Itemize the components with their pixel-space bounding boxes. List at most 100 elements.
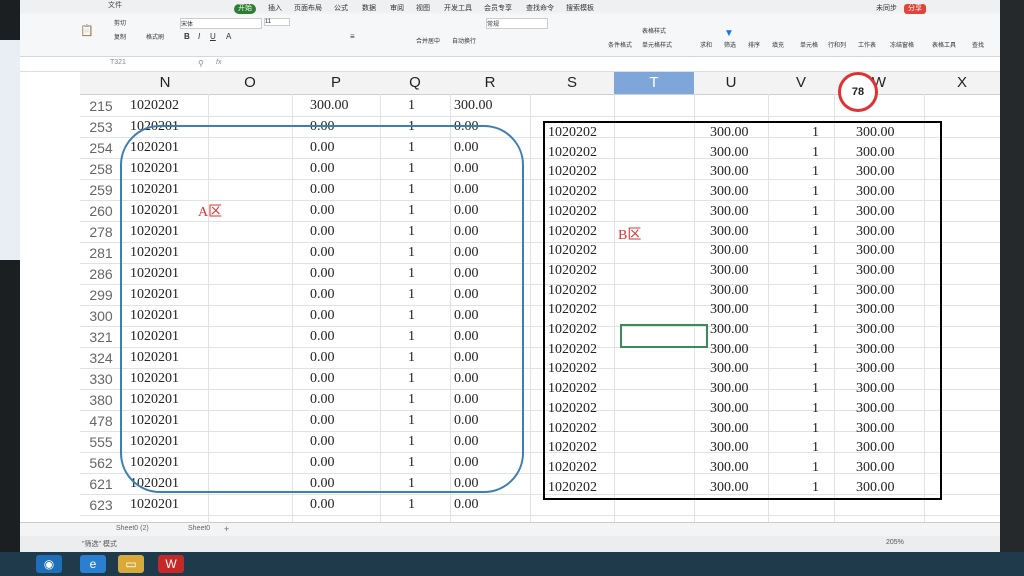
cell-n[interactable]: 1020201 [130, 497, 179, 513]
tab-view[interactable]: 视图 [412, 4, 434, 14]
number-format-select[interactable]: 常规 [486, 18, 548, 29]
row-gridline [80, 116, 1000, 117]
fill-button[interactable]: 填充 [772, 40, 784, 49]
sheet-tab-bar: Sheet0 (2) Sheet0 + [20, 522, 1000, 537]
cell-r[interactable]: 300.00 [454, 98, 493, 114]
table-style-button[interactable]: 表格样式 [642, 26, 666, 35]
wps-icon[interactable]: W [158, 555, 184, 573]
col-header-X[interactable]: X [924, 72, 1000, 95]
row-header[interactable]: 555 [80, 434, 122, 450]
name-box[interactable]: T321 [110, 59, 190, 66]
row-header[interactable]: 621 [80, 476, 122, 492]
align-center-icon[interactable]: ≡ [350, 32, 355, 41]
col-header-U[interactable]: U [694, 72, 769, 95]
cell-p[interactable]: 0.00 [310, 497, 335, 513]
monitor-bezel-right [1000, 0, 1024, 552]
sheet-tab-2[interactable]: Sheet0 [188, 525, 210, 532]
row-header[interactable]: 299 [80, 287, 122, 303]
font-color-icon[interactable]: A [226, 32, 231, 41]
row-header[interactable]: 278 [80, 224, 122, 240]
sheet-tab-1[interactable]: Sheet0 (2) [116, 525, 149, 532]
col-header-N[interactable]: N [122, 72, 209, 95]
font-size-select[interactable]: 11 [264, 18, 290, 26]
add-sheet-button[interactable]: + [224, 524, 229, 534]
sort-button[interactable]: 排序 [748, 40, 760, 49]
cell-q[interactable]: 1 [408, 98, 415, 114]
active-cell[interactable] [620, 324, 708, 348]
zoom-search-icon[interactable]: ⚲ [198, 59, 204, 68]
tab-insert[interactable]: 插入 [264, 4, 286, 14]
row-header[interactable]: 215 [80, 98, 122, 114]
row-header[interactable]: 324 [80, 350, 122, 366]
sync-status[interactable]: 未同步 [872, 4, 901, 14]
col-header-Q[interactable]: Q [380, 72, 451, 95]
folder-icon[interactable]: ▭ [118, 555, 144, 573]
find-button[interactable]: 查找 [972, 40, 984, 49]
row-header[interactable]: 623 [80, 497, 122, 513]
paste-icon[interactable]: 📋 [80, 24, 94, 37]
worksheet-button[interactable]: 工作表 [858, 40, 876, 49]
row-header[interactable]: 286 [80, 266, 122, 282]
row-header[interactable]: 478 [80, 413, 122, 429]
col-header-O[interactable]: O [208, 72, 293, 95]
row-col-button[interactable]: 行和列 [828, 40, 846, 49]
col-header-R[interactable]: R [450, 72, 531, 95]
col-header-V[interactable]: V [768, 72, 835, 95]
tab-member[interactable]: 会员专享 [480, 4, 516, 14]
corner-header[interactable] [80, 72, 123, 95]
cell-q[interactable]: 1 [408, 497, 415, 513]
tab-developer[interactable]: 开发工具 [440, 4, 476, 14]
cells-button[interactable]: 单元格 [800, 40, 818, 49]
sum-button[interactable]: 求和 [700, 40, 712, 49]
tab-review[interactable]: 审阅 [386, 4, 408, 14]
underline-icon[interactable]: U [210, 32, 216, 41]
search-template[interactable]: 搜索模板 [562, 4, 598, 14]
row-header[interactable]: 259 [80, 182, 122, 198]
filter-icon[interactable]: ▼ [724, 28, 734, 39]
merge-center-button[interactable]: 合并居中 [416, 36, 440, 45]
cut-button[interactable]: 剪切 [114, 18, 126, 27]
row-header[interactable]: 330 [80, 371, 122, 387]
bold-icon[interactable]: B [184, 32, 190, 41]
filter-mode-status: "筛选" 模式 [82, 541, 117, 548]
zoom-level[interactable]: 205% [886, 539, 904, 546]
row-header[interactable]: 258 [80, 161, 122, 177]
zone-a-outline [120, 125, 524, 493]
font-name-select[interactable]: 宋体 [180, 18, 262, 29]
wrap-text-button[interactable]: 自动换行 [452, 36, 476, 45]
row-header[interactable]: 300 [80, 308, 122, 324]
col-header-S[interactable]: S [530, 72, 615, 95]
start-icon[interactable]: ◉ [36, 555, 62, 573]
cell-style-button[interactable]: 单元格样式 [642, 40, 672, 49]
row-header[interactable]: 321 [80, 329, 122, 345]
table-tools-button[interactable]: 表格工具 [932, 40, 956, 49]
row-header[interactable]: 253 [80, 119, 122, 135]
row-header[interactable]: 281 [80, 245, 122, 261]
cell-r[interactable]: 0.00 [454, 497, 479, 513]
spreadsheet-window: 文件 开始 插入 页面布局 公式 数据 审阅 视图 开发工具 会员专享 查找命令… [20, 0, 1000, 552]
cell-n[interactable]: 1020202 [130, 98, 179, 114]
copy-button[interactable]: 复制 [114, 32, 126, 41]
fx-icon[interactable]: fx [216, 59, 221, 66]
filter-button[interactable]: 筛选 [724, 40, 736, 49]
sheet-grid: N O P Q R S T U V W X 78 215 1020202 300.0… [20, 72, 1000, 522]
format-painter-button[interactable]: 格式刷 [146, 32, 164, 41]
row-header[interactable]: 562 [80, 455, 122, 471]
col-header-P[interactable]: P [292, 72, 381, 95]
tab-formulas[interactable]: 公式 [330, 4, 352, 14]
col-header-T[interactable]: T [614, 72, 695, 95]
tab-data[interactable]: 数据 [358, 4, 380, 14]
row-header[interactable]: 260 [80, 203, 122, 219]
find-command[interactable]: 查找命令 [522, 4, 558, 14]
tab-page-layout[interactable]: 页面布局 [290, 4, 326, 14]
share-button[interactable]: 分享 [904, 4, 926, 14]
cell-p[interactable]: 300.00 [310, 98, 349, 114]
italic-icon[interactable]: I [198, 32, 200, 41]
conditional-format-button[interactable]: 条件格式 [608, 40, 632, 49]
row-header[interactable]: 254 [80, 140, 122, 156]
row-header[interactable]: 380 [80, 392, 122, 408]
browser-icon[interactable]: e [80, 555, 106, 573]
freeze-panes-button[interactable]: 冻结窗格 [890, 40, 914, 49]
tab-home[interactable]: 开始 [234, 4, 256, 14]
col-gridline [530, 94, 531, 522]
